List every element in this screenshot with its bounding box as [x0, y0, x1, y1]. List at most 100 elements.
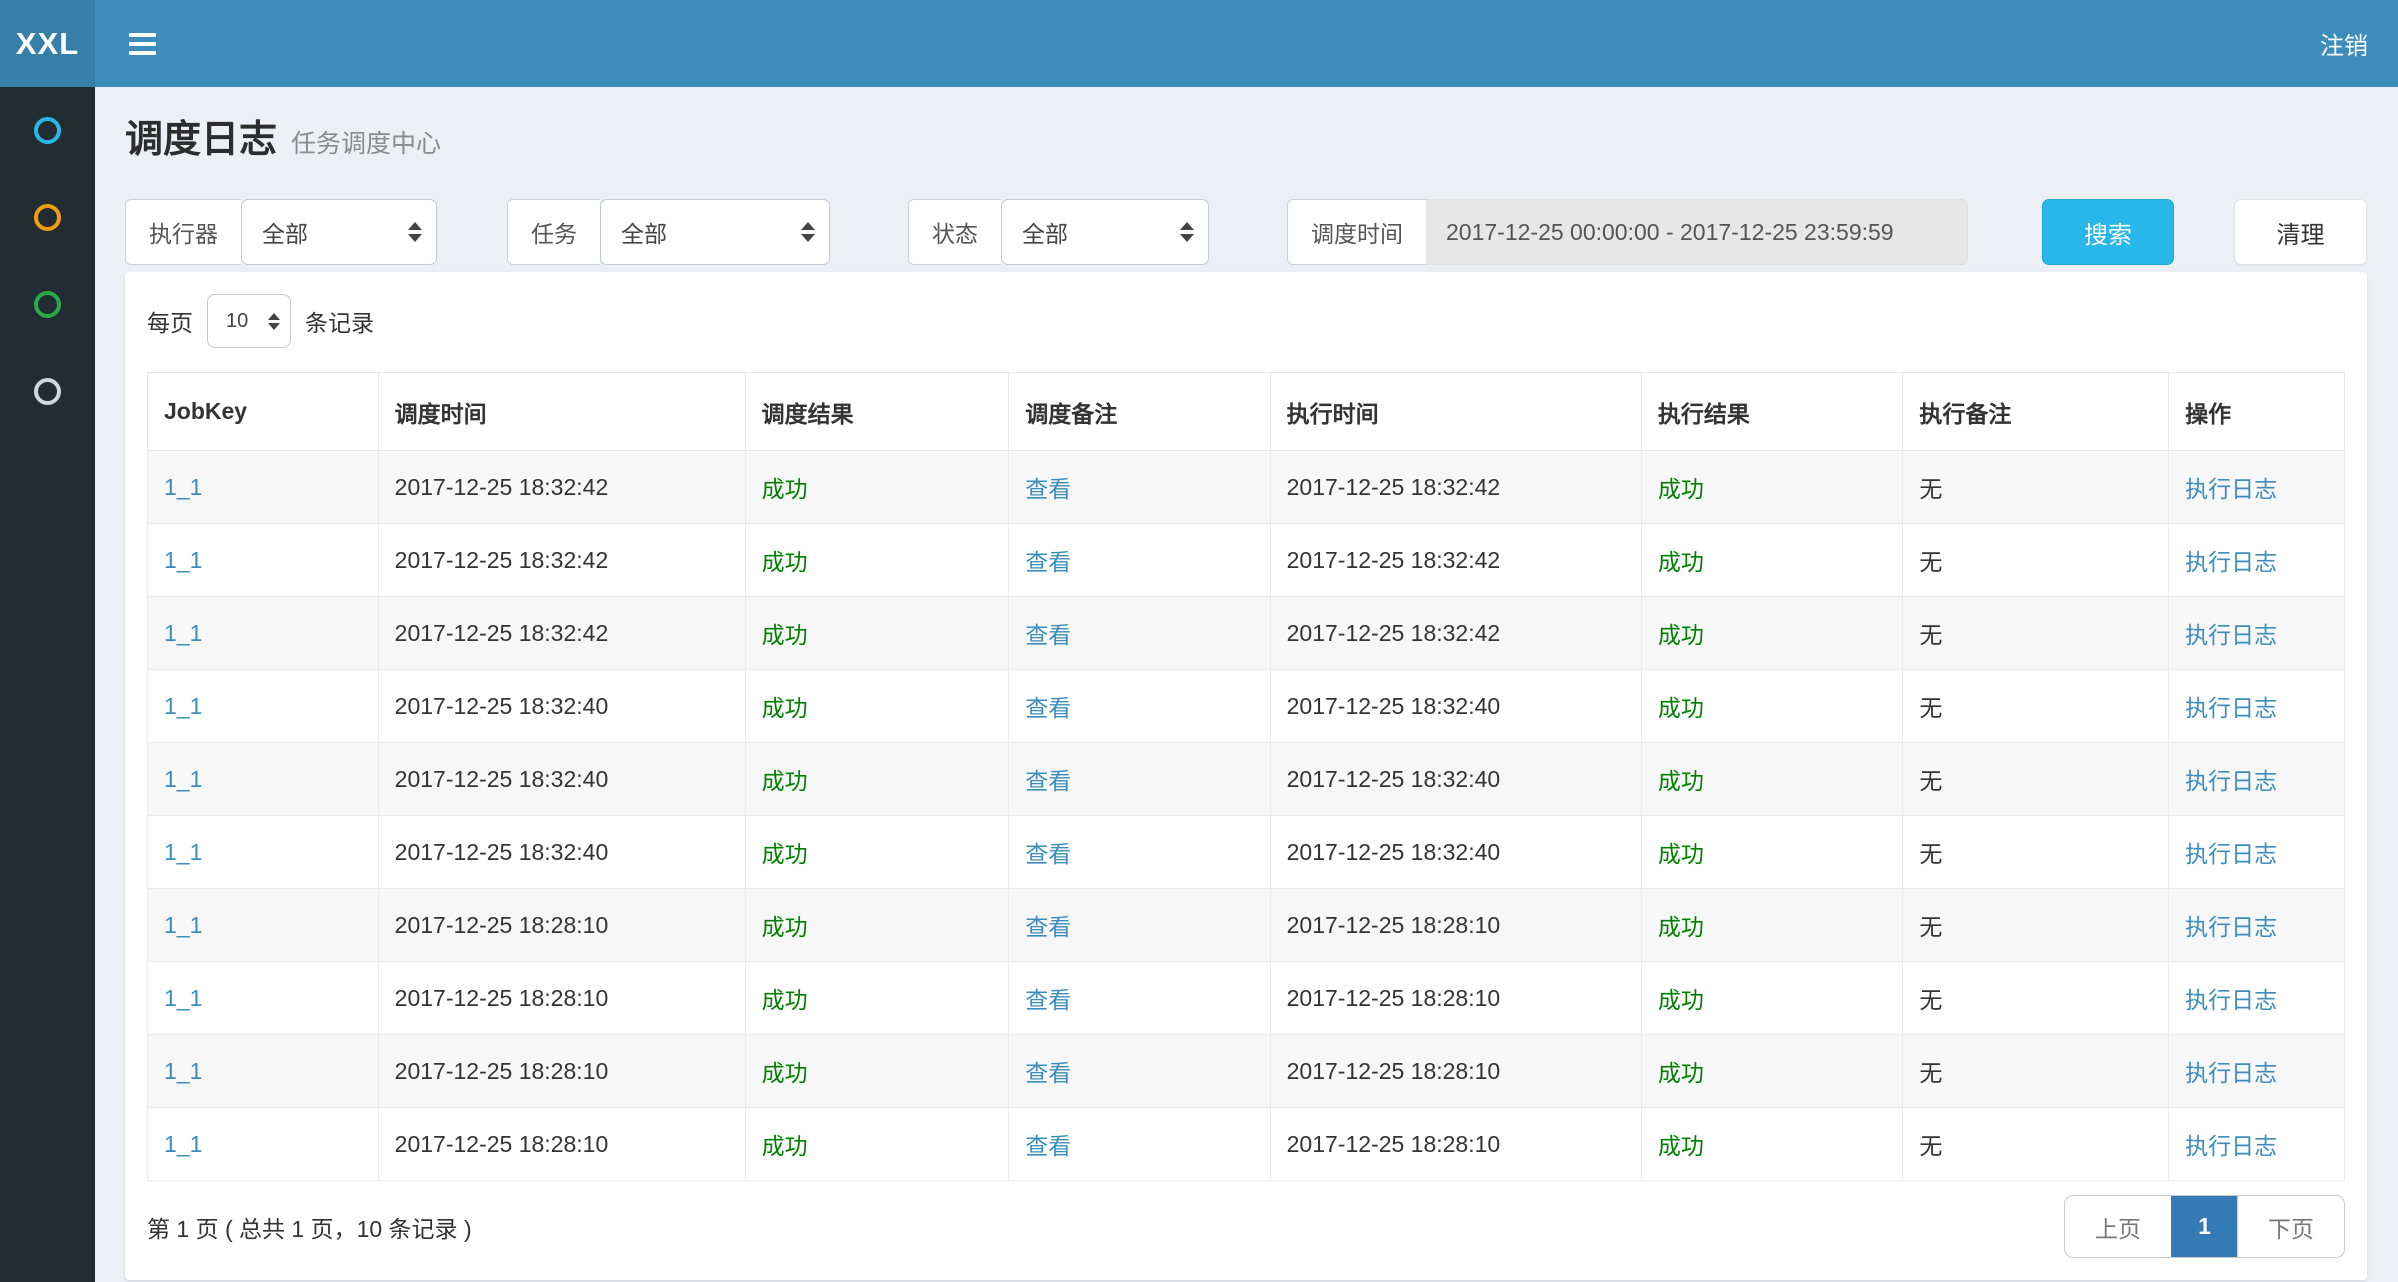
sidebar-menu-item-1[interactable]	[0, 87, 95, 174]
handle-msg-cell: 无	[1903, 524, 2169, 597]
handle-time: 2017-12-25 18:28:10	[1287, 1131, 1501, 1157]
clear-logs-button[interactable]: 清理	[2234, 199, 2367, 265]
trigger-msg-link-cell: 查看	[1009, 1108, 1270, 1181]
trigger-msg-link-cell: 查看	[1009, 743, 1270, 816]
execute-log-link[interactable]: 执行日志	[2185, 914, 2277, 940]
executor-filter-select[interactable]: 全部	[241, 199, 437, 265]
job-key-link[interactable]: 1_1	[164, 1131, 202, 1157]
handle-result: 成功	[1658, 768, 1704, 794]
execute-log-link[interactable]: 执行日志	[2185, 622, 2277, 648]
page-header: 调度日志 任务调度中心	[125, 87, 2367, 169]
handle-result: 成功	[1658, 549, 1704, 575]
trigger-msg-link[interactable]: 查看	[1025, 1060, 1071, 1086]
status-filter-group: 状态 全部	[908, 199, 1209, 265]
trigger-time-cell: 2017-12-25 18:28:10	[378, 889, 745, 962]
page-size-prefix-label: 每页	[147, 304, 193, 338]
table-row: 1_12017-12-25 18:32:42成功查看2017-12-25 18:…	[148, 451, 2345, 524]
job-key-link[interactable]: 1_1	[164, 985, 202, 1011]
table-row: 1_12017-12-25 18:32:42成功查看2017-12-25 18:…	[148, 524, 2345, 597]
handle-msg-cell: 无	[1903, 1108, 2169, 1181]
handle-msg: 无	[1919, 476, 1942, 502]
handle-msg: 无	[1919, 549, 1942, 575]
job-key-link[interactable]: 1_1	[164, 620, 202, 646]
column-header-4: 执行时间	[1270, 373, 1641, 451]
trigger-msg-link[interactable]: 查看	[1025, 914, 1071, 940]
trigger-msg-link[interactable]: 查看	[1025, 841, 1071, 867]
column-header-1: 调度时间	[378, 373, 745, 451]
sidebar-menu-item-2[interactable]	[0, 174, 95, 261]
trigger-result-cell: 成功	[745, 889, 1009, 962]
job-key-link[interactable]: 1_1	[164, 1058, 202, 1084]
trigger-msg-link[interactable]: 查看	[1025, 622, 1071, 648]
handle-time-cell: 2017-12-25 18:32:42	[1270, 597, 1641, 670]
trigger-msg-link[interactable]: 查看	[1025, 695, 1071, 721]
trigger-msg-link-cell: 查看	[1009, 597, 1270, 670]
trigger-time-cell: 2017-12-25 18:32:42	[378, 524, 745, 597]
job-key-link[interactable]: 1_1	[164, 912, 202, 938]
page-size-select[interactable]: 10	[207, 294, 291, 348]
job-key-link[interactable]: 1_1	[164, 474, 202, 500]
trigger-time-filter-label: 调度时间	[1287, 199, 1426, 265]
page-subtitle: 任务调度中心	[291, 124, 441, 160]
handle-time: 2017-12-25 18:28:10	[1287, 912, 1501, 938]
circle-outline-icon	[34, 117, 61, 144]
trigger-time-cell: 2017-12-25 18:28:10	[378, 1035, 745, 1108]
job-key-link-cell: 1_1	[148, 1035, 379, 1108]
execute-log-link-cell: 执行日志	[2169, 451, 2345, 524]
pagination: 上页 1 下页	[2064, 1195, 2345, 1258]
executor-filter-group: 执行器 全部	[125, 199, 437, 265]
trigger-msg-link-cell: 查看	[1009, 524, 1270, 597]
execute-log-link[interactable]: 执行日志	[2185, 476, 2277, 502]
handle-msg: 无	[1919, 1133, 1942, 1159]
handle-msg-cell: 无	[1903, 889, 2169, 962]
current-page-button[interactable]: 1	[2171, 1196, 2237, 1257]
trigger-time-range-input[interactable]	[1426, 199, 1968, 265]
handle-result-cell: 成功	[1641, 597, 1902, 670]
handle-time: 2017-12-25 18:28:10	[1287, 985, 1501, 1011]
job-key-link[interactable]: 1_1	[164, 547, 202, 573]
trigger-msg-link-cell: 查看	[1009, 451, 1270, 524]
trigger-msg-link[interactable]: 查看	[1025, 768, 1071, 794]
execute-log-link-cell: 执行日志	[2169, 1035, 2345, 1108]
log-table-body: 1_12017-12-25 18:32:42成功查看2017-12-25 18:…	[148, 451, 2345, 1181]
prev-page-button[interactable]: 上页	[2065, 1196, 2171, 1257]
table-footer: 第 1 页 ( 总共 1 页，10 条记录 ) 上页 1 下页	[147, 1195, 2345, 1258]
logout-button[interactable]: 注销	[2320, 26, 2368, 61]
search-button[interactable]: 搜索	[2042, 199, 2174, 265]
execute-log-link[interactable]: 执行日志	[2185, 695, 2277, 721]
sidebar-toggle-button[interactable]	[123, 27, 162, 61]
select-arrows-icon	[801, 222, 815, 242]
trigger-msg-link[interactable]: 查看	[1025, 476, 1071, 502]
trigger-result-cell: 成功	[745, 451, 1009, 524]
trigger-result: 成功	[762, 987, 808, 1013]
execute-log-link[interactable]: 执行日志	[2185, 768, 2277, 794]
handle-result-cell: 成功	[1641, 524, 1902, 597]
app-logo[interactable]: XXL	[0, 0, 95, 87]
execute-log-link[interactable]: 执行日志	[2185, 1133, 2277, 1159]
sidebar-menu-item-4[interactable]	[0, 348, 95, 435]
trigger-result-cell: 成功	[745, 524, 1009, 597]
sidebar-menu-item-3[interactable]	[0, 261, 95, 348]
status-filter-select[interactable]: 全部	[1001, 199, 1209, 265]
trigger-msg-link[interactable]: 查看	[1025, 987, 1071, 1013]
trigger-time-cell: 2017-12-25 18:32:42	[378, 597, 745, 670]
next-page-button[interactable]: 下页	[2237, 1196, 2344, 1257]
handle-time: 2017-12-25 18:32:42	[1287, 620, 1501, 646]
execute-log-link[interactable]: 执行日志	[2185, 987, 2277, 1013]
execute-log-link-cell: 执行日志	[2169, 816, 2345, 889]
header-row: JobKey调度时间调度结果调度备注执行时间执行结果执行备注操作	[148, 373, 2345, 451]
job-key-link[interactable]: 1_1	[164, 693, 202, 719]
execute-log-link[interactable]: 执行日志	[2185, 549, 2277, 575]
execute-log-link[interactable]: 执行日志	[2185, 841, 2277, 867]
job-filter-select[interactable]: 全部	[600, 199, 830, 265]
job-key-link-cell: 1_1	[148, 816, 379, 889]
handle-result-cell: 成功	[1641, 1035, 1902, 1108]
trigger-time-cell: 2017-12-25 18:32:42	[378, 451, 745, 524]
job-key-link[interactable]: 1_1	[164, 766, 202, 792]
trigger-msg-link[interactable]: 查看	[1025, 1133, 1071, 1159]
execute-log-link[interactable]: 执行日志	[2185, 1060, 2277, 1086]
trigger-result: 成功	[762, 622, 808, 648]
handle-time: 2017-12-25 18:32:40	[1287, 766, 1501, 792]
trigger-msg-link[interactable]: 查看	[1025, 549, 1071, 575]
job-key-link[interactable]: 1_1	[164, 839, 202, 865]
